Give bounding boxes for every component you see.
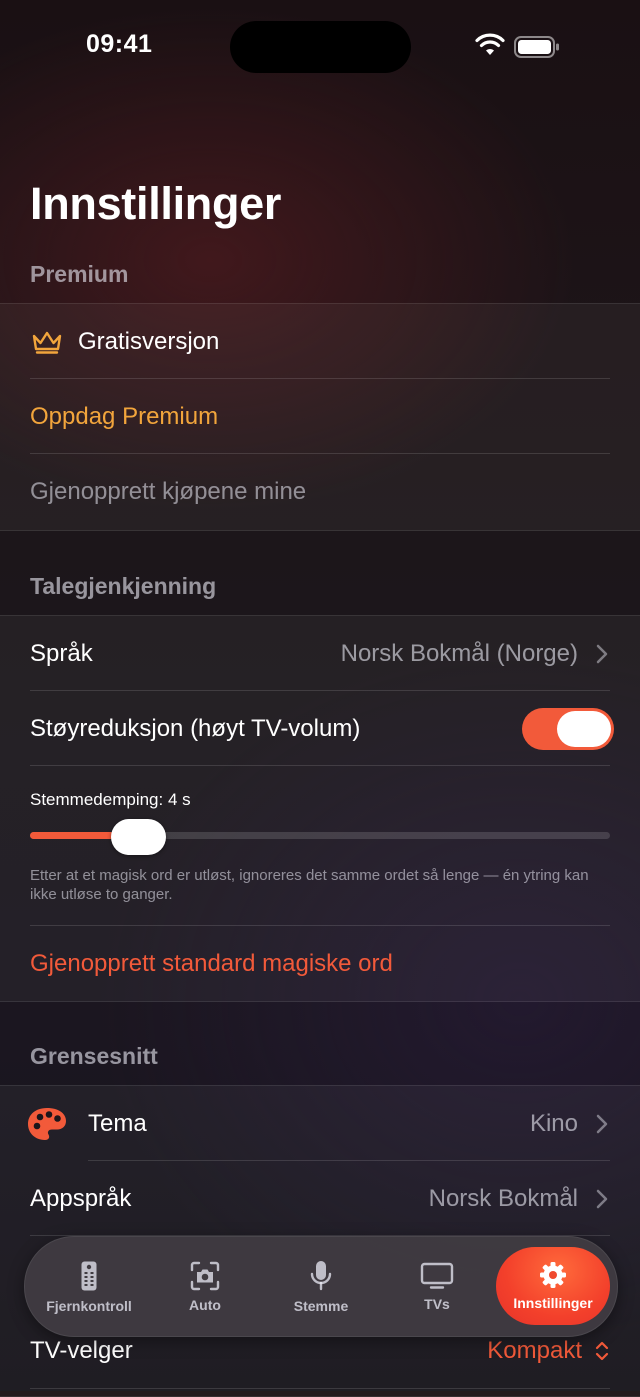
- language-row[interactable]: Språk Norsk Bokmål (Norge): [0, 616, 640, 691]
- speech-group: Språk Norsk Bokmål (Norge) Støyreduksjon…: [0, 615, 640, 1002]
- theme-value: Kino: [529, 1109, 578, 1137]
- tab-tvs[interactable]: TVs: [383, 1237, 491, 1336]
- section-header-premium: Premium: [30, 261, 129, 287]
- chevron-right-icon: [596, 644, 608, 664]
- wifi-icon: [475, 33, 505, 55]
- plan-row: Gratisversjon: [0, 304, 640, 379]
- tab-remote[interactable]: Fjernkontroll: [35, 1237, 143, 1336]
- app-language-row[interactable]: Appspråk Norsk Bokmål: [0, 1161, 640, 1236]
- restore-magic-words-label: Gjenopprett standard magiske ord: [30, 949, 393, 977]
- noise-reduction-toggle[interactable]: [522, 708, 614, 750]
- tab-auto[interactable]: Auto: [151, 1237, 259, 1336]
- cooldown-label: Stemmedemping: 4 s: [30, 790, 191, 809]
- theme-label: Tema: [88, 1109, 147, 1137]
- tab-label-remote: Fjernkontroll: [46, 1297, 132, 1314]
- status-time: 09:41: [86, 30, 153, 58]
- chevron-right-icon: [596, 1189, 608, 1209]
- cooldown-help-text: Etter at et magisk ord er utløst, ignore…: [30, 867, 589, 903]
- chevron-up-down-icon: [595, 1341, 609, 1361]
- premium-group: Gratisversjon Oppdag Premium Gjenopprett…: [0, 303, 640, 531]
- tab-voice[interactable]: Stemme: [267, 1237, 375, 1336]
- tab-settings[interactable]: Innstillinger: [496, 1247, 610, 1325]
- restore-purchases-button[interactable]: Gjenopprett kjøpene mine: [0, 454, 640, 529]
- tab-label-tvs: TVs: [424, 1295, 450, 1312]
- discover-premium-button[interactable]: Oppdag Premium: [0, 379, 640, 454]
- page-title: Innstillinger: [30, 178, 282, 229]
- restore-purchases-label: Gjenopprett kjøpene mine: [30, 477, 307, 505]
- tv-picker-value: Kompakt: [487, 1336, 582, 1364]
- camera-scan-icon: [190, 1261, 220, 1290]
- microphone-icon: [310, 1260, 332, 1290]
- chevron-right-icon: [596, 1114, 608, 1134]
- tab-label-auto: Auto: [189, 1296, 221, 1313]
- theme-row[interactable]: Tema Kino: [0, 1086, 640, 1161]
- noise-reduction-label: Støyreduksjon (høyt TV-volum): [30, 714, 361, 742]
- plan-label: Gratisversjon: [78, 327, 220, 355]
- toggle-knob: [557, 711, 611, 747]
- language-value: Norsk Bokmål (Norge): [340, 639, 578, 667]
- restore-magic-words-button[interactable]: Gjenopprett standard magiske ord: [0, 926, 640, 1001]
- remote-icon: [81, 1261, 97, 1290]
- app-language-label: Appspråk: [30, 1184, 132, 1212]
- section-header-interface: Grensesnitt: [30, 1043, 158, 1069]
- language-label: Språk: [30, 639, 93, 667]
- tv-picker-label: TV-velger: [30, 1336, 133, 1364]
- gear-icon: [540, 1262, 566, 1288]
- palette-icon: [28, 1108, 66, 1140]
- discover-premium-label: Oppdag Premium: [30, 402, 219, 430]
- dynamic-island: [230, 21, 411, 73]
- battery-icon: [514, 36, 559, 58]
- noise-reduction-row: Støyreduksjon (høyt TV-volum): [0, 691, 640, 766]
- cooldown-slider-thumb[interactable]: [111, 819, 167, 855]
- crown-icon: [32, 331, 62, 354]
- tab-label-voice: Stemme: [293, 1297, 349, 1314]
- tab-label-settings: Innstillinger: [513, 1295, 593, 1311]
- section-header-speech: Talegjenkjenning: [30, 573, 217, 599]
- tab-bar: Fjernkontroll Auto Stemme TVs Innstillin…: [24, 1236, 618, 1337]
- app-language-value: Norsk Bokmål: [428, 1184, 578, 1212]
- tv-icon: [420, 1262, 454, 1289]
